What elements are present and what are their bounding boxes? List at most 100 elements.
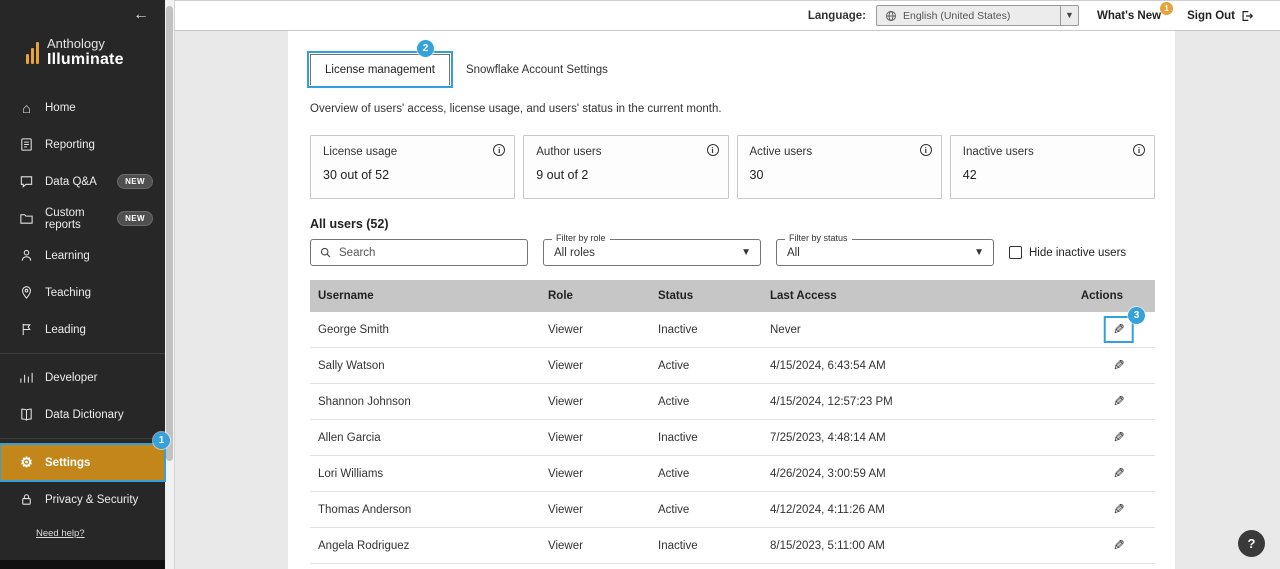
table-header-row: Username Role Status Last Access Actions [310,280,1155,312]
book-icon [18,407,35,422]
edit-pencil-icon[interactable]: ✎ [1107,463,1131,484]
edit-pencil-icon[interactable]: ✎ [1107,499,1131,520]
brand-line1: Anthology [47,36,124,51]
filter-role-select[interactable]: Filter by role All roles ▼ [543,239,761,266]
cell-status: Active [650,396,762,408]
whats-new-link[interactable]: What's New 1 [1097,10,1161,22]
stat-label: Inactive users [963,146,1142,158]
chevron-down-icon: ▼ [974,247,993,258]
tab-label: Snowflake Account Settings [466,64,608,76]
globe-icon [885,10,897,22]
cell-role: Viewer [540,324,650,336]
language-select[interactable]: English (United States) ▼ [876,5,1079,26]
table-row: Thomas Anderson Viewer Active 4/12/2024,… [310,492,1155,528]
stat-card-active-users: Active users 30 i [737,135,942,199]
scrollbar-thumb[interactable] [166,6,173,461]
table-row: Lori Williams Viewer Active 4/26/2024, 3… [310,456,1155,492]
table-row: Sally Watson Viewer Active 4/15/2024, 6:… [310,348,1155,384]
callout-step-2: 2 [417,40,434,57]
vertical-scrollbar [165,0,175,569]
users-table: Username Role Status Last Access Actions… [310,280,1155,564]
tab-snowflake-account-settings[interactable]: Snowflake Account Settings [450,54,624,85]
bar-chart-icon [18,370,35,385]
whats-new-label: What's New [1097,10,1161,22]
cell-role: Viewer [540,468,650,480]
sidebar-item-custom-reports[interactable]: Custom reports NEW [0,200,165,237]
sign-out-button[interactable]: Sign Out [1187,9,1254,23]
info-icon[interactable]: i [1133,144,1145,156]
sidebar-item-reporting[interactable]: Reporting [0,126,165,163]
info-icon[interactable]: i [920,144,932,156]
sidebar-item-label: Data Q&A [45,176,97,188]
chevron-down-icon: ▼ [741,247,760,258]
cell-last-access: 4/15/2024, 12:57:23 PM [762,396,1065,408]
filters-row: Filter by role All roles ▼ Filter by sta… [310,239,1155,266]
anthology-logo-icon [26,42,39,64]
need-help-link[interactable]: Need help? [36,528,165,539]
folder-icon [18,211,35,226]
sidebar-item-leading[interactable]: Leading [0,311,165,348]
sidebar-item-label: Reporting [45,139,95,151]
language-label: Language: [808,10,866,22]
sidebar-item-learning[interactable]: Learning [0,237,165,274]
column-header-username: Username [310,290,540,302]
info-icon[interactable]: i [493,144,505,156]
tab-label: License management [325,64,435,76]
sidebar-nav: ⌂ Home Reporting Data Q&A NEW Custom rep… [0,89,165,539]
tab-license-management[interactable]: License management [310,54,450,85]
filter-status-label: Filter by status [785,233,852,243]
collapse-sidebar-icon[interactable]: ← [133,6,149,24]
edit-pencil-icon[interactable]: ✎ [1107,319,1131,340]
table-row: Allen Garcia Viewer Inactive 7/25/2023, … [310,420,1155,456]
cell-last-access: 4/15/2024, 6:43:54 AM [762,360,1065,372]
sign-out-label: Sign Out [1187,10,1235,22]
sidebar-item-data-qa[interactable]: Data Q&A NEW [0,163,165,200]
search-box [310,239,528,266]
search-input[interactable] [339,247,519,259]
sidebar-item-label: Leading [45,324,86,336]
filter-status-select[interactable]: Filter by status All ▼ [776,239,994,266]
stats-row: License usage 30 out of 52 i Author user… [310,135,1155,199]
sidebar-footer [0,560,165,569]
sidebar-item-privacy-security[interactable]: Privacy & Security [0,481,165,518]
stat-value: 30 out of 52 [323,168,502,182]
top-bar: Language: English (United States) ▼ What… [175,0,1280,31]
brand-line2: Illuminate [47,51,124,69]
cell-role: Viewer [540,360,650,372]
table-row: Angela Rodriguez Viewer Inactive 8/15/20… [310,528,1155,564]
edit-pencil-icon[interactable]: ✎ [1107,355,1131,376]
page-description: Overview of users' access, license usage… [310,103,1155,115]
cell-username: Allen Garcia [310,432,540,444]
cell-role: Viewer [540,504,650,516]
edit-pencil-icon[interactable]: ✎ [1107,535,1131,556]
hide-inactive-checkbox[interactable] [1009,246,1022,259]
person-icon [18,248,35,263]
sidebar-item-teaching[interactable]: Teaching [0,274,165,311]
cell-last-access: 4/12/2024, 4:11:26 AM [762,504,1065,516]
cell-username: Shannon Johnson [310,396,540,408]
sidebar-item-settings[interactable]: ⚙ Settings [0,444,165,481]
home-icon: ⌂ [18,100,35,116]
help-button[interactable]: ? [1238,530,1265,557]
sidebar-item-label: Teaching [45,287,91,299]
cell-username: George Smith [310,324,540,336]
callout-step-3: 3 [1128,307,1145,324]
flag-icon [18,322,35,337]
edit-pencil-icon[interactable]: ✎ [1107,391,1131,412]
info-icon[interactable]: i [707,144,719,156]
sidebar-item-data-dictionary[interactable]: Data Dictionary [0,396,165,433]
cell-status: Active [650,360,762,372]
edit-pencil-icon[interactable]: ✎ [1107,427,1131,448]
sidebar-item-developer[interactable]: Developer [0,359,165,396]
stat-card-author-users: Author users 9 out of 2 i [523,135,728,199]
cell-role: Viewer [540,432,650,444]
sign-out-icon [1240,9,1254,23]
sidebar-item-label: Home [45,102,76,114]
stat-value: 9 out of 2 [536,168,715,182]
cell-status: Active [650,468,762,480]
nav-divider [0,438,165,439]
sidebar-item-home[interactable]: ⌂ Home [0,89,165,126]
content-card: License management Snowflake Account Set… [288,31,1175,569]
new-badge: NEW [117,174,153,189]
cell-status: Inactive [650,432,762,444]
